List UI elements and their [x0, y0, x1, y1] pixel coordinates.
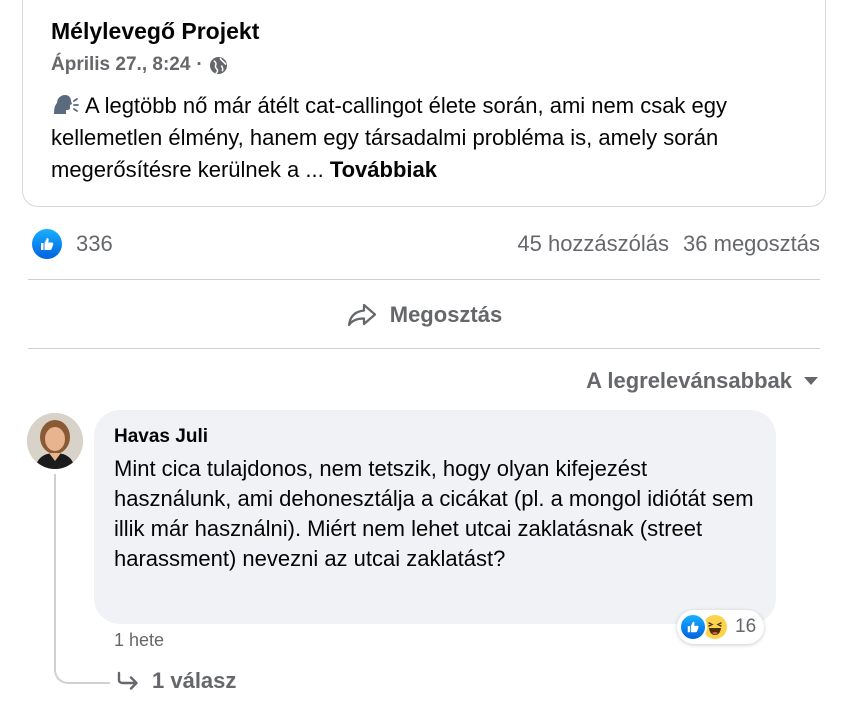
post-stats: 336 45 hozzászólás 36 megosztás — [32, 226, 820, 262]
post-date[interactable]: Április 27., 8:24 — [51, 54, 190, 76]
comment-count[interactable]: 45 hozzászólás — [517, 231, 669, 257]
share-icon — [347, 303, 376, 327]
caret-down-icon — [804, 377, 818, 385]
like-icon — [32, 229, 62, 259]
comment-timestamp[interactable]: 1 hete — [114, 630, 164, 651]
meta-separator: · — [196, 54, 203, 75]
globe-icon — [209, 56, 227, 74]
share-label: Megosztás — [389, 302, 503, 327]
share-count[interactable]: 36 megosztás — [683, 231, 820, 257]
reaction-count: 16 — [735, 616, 757, 637]
page-name[interactable]: Mélylevegő Projekt — [51, 18, 259, 45]
replies-label: 1 válasz — [152, 668, 237, 693]
sort-label: A legrelevánsabbak — [586, 368, 792, 393]
comment-author[interactable]: Havas Juli — [114, 426, 208, 448]
view-replies-link[interactable]: 1 válasz — [116, 668, 236, 694]
divider — [28, 348, 820, 349]
post-text: A legtöbb nő már átélt cat-callingot éle… — [51, 90, 811, 186]
see-more-link[interactable]: Továbbiak — [330, 157, 437, 182]
speaking-head-icon — [54, 95, 79, 114]
like-count: 336 — [76, 231, 113, 256]
post-meta: Április 27., 8:24 · — [51, 54, 228, 76]
reply-arrow-icon — [117, 671, 138, 690]
comment-text: Mint cica tulajdonos, nem tetszik, hogy … — [114, 456, 754, 571]
comment-reactions[interactable]: 16 — [677, 610, 765, 644]
comment-sort-dropdown[interactable]: A legrelevánsabbak — [586, 368, 818, 394]
engagement-counts: 45 hozzászólás 36 megosztás — [517, 231, 820, 257]
divider — [28, 279, 820, 280]
avatar[interactable] — [27, 413, 83, 469]
like-icon — [679, 613, 707, 641]
share-button[interactable]: Megosztás — [28, 282, 820, 348]
reaction-summary[interactable]: 336 — [32, 229, 113, 259]
